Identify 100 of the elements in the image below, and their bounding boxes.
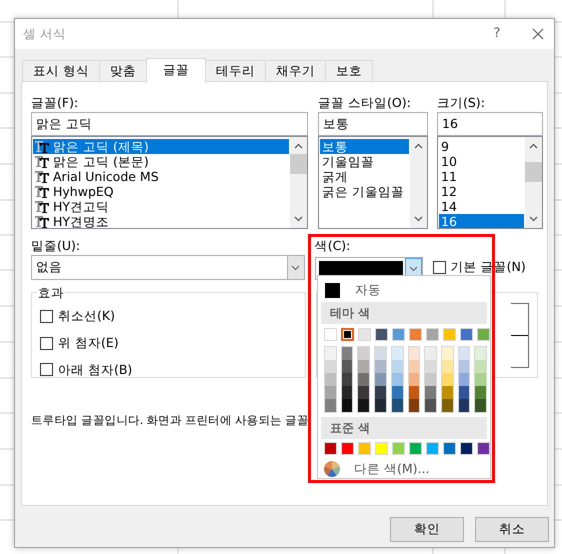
color-swatch[interactable] <box>325 373 336 386</box>
color-swatch[interactable] <box>408 373 420 386</box>
scrollbar[interactable] <box>525 137 542 228</box>
color-swatch[interactable] <box>458 373 470 386</box>
color-swatch[interactable] <box>408 360 420 373</box>
scroll-thumb[interactable] <box>525 162 542 182</box>
list-item[interactable]: 보통 <box>320 139 409 154</box>
underline-select[interactable]: 없음 <box>31 255 305 280</box>
color-swatch[interactable] <box>425 347 436 360</box>
color-swatch[interactable] <box>442 399 453 412</box>
scroll-down-icon[interactable] <box>414 216 423 222</box>
color-swatch[interactable] <box>342 360 352 373</box>
tab[interactable]: 글꼴 <box>146 58 206 82</box>
list-item[interactable]: 9 <box>439 139 524 154</box>
color-swatch[interactable] <box>358 386 370 399</box>
list-item[interactable]: HyhwpEQ <box>33 184 289 199</box>
color-swatch[interactable] <box>325 399 336 412</box>
dialog-button[interactable]: 확인 <box>390 517 464 542</box>
list-item[interactable]: 14 <box>439 199 524 214</box>
list-item[interactable]: HY견명조 <box>33 214 289 228</box>
color-swatch[interactable] <box>342 386 352 399</box>
color-swatch[interactable] <box>375 347 386 360</box>
color-swatch[interactable] <box>342 399 352 412</box>
color-swatch[interactable] <box>375 373 386 386</box>
scroll-thumb[interactable] <box>290 154 307 174</box>
color-swatch[interactable] <box>408 399 420 412</box>
list-item[interactable]: 11 <box>439 169 524 184</box>
color-swatch[interactable] <box>358 373 370 386</box>
automatic-color[interactable]: 자동 <box>321 279 487 301</box>
list-item[interactable]: 기울임꼴 <box>320 154 409 169</box>
color-swatch[interactable] <box>342 373 352 386</box>
color-swatch[interactable] <box>325 386 336 399</box>
font-field[interactable]: 맑은 고딕 <box>31 112 308 136</box>
scroll-down-icon[interactable] <box>294 216 303 222</box>
color-swatch[interactable] <box>375 399 386 412</box>
color-swatch[interactable] <box>458 386 470 399</box>
color-swatch[interactable] <box>358 347 370 360</box>
list-item[interactable]: 16 <box>439 214 524 228</box>
list-item[interactable]: 맑은 고딕 (제목) <box>33 139 289 154</box>
color-swatch[interactable] <box>375 360 386 373</box>
color-swatch[interactable] <box>475 386 486 399</box>
scrollbar[interactable] <box>290 137 307 228</box>
color-swatch[interactable] <box>442 373 453 386</box>
color-swatch[interactable] <box>475 373 486 386</box>
checkbox-label[interactable]: 취소선(K) <box>58 307 115 326</box>
color-swatch[interactable] <box>475 399 486 412</box>
color-swatch[interactable] <box>392 386 403 399</box>
color-swatch[interactable] <box>442 386 453 399</box>
color-swatch[interactable] <box>458 399 470 412</box>
color-swatch[interactable] <box>342 347 352 360</box>
tab[interactable]: 보호 <box>324 60 373 82</box>
scrollbar[interactable] <box>410 137 427 228</box>
checkbox[interactable] <box>40 363 53 376</box>
font-style-field[interactable]: 보통 <box>318 112 428 136</box>
color-swatch[interactable] <box>425 360 436 373</box>
color-swatch[interactable] <box>358 360 370 373</box>
dialog-button[interactable]: 취소 <box>475 517 549 542</box>
color-swatch[interactable] <box>408 347 420 360</box>
color-swatch[interactable] <box>341 328 354 341</box>
list-item[interactable]: HY견고딕 <box>33 199 289 214</box>
list-item[interactable]: 맑은 고딕 (본문) <box>33 154 289 169</box>
color-swatch[interactable] <box>392 399 403 412</box>
checkbox[interactable] <box>40 336 53 350</box>
color-swatch[interactable] <box>375 386 386 399</box>
list-item[interactable]: 12 <box>439 184 524 199</box>
color-swatch[interactable] <box>458 347 470 360</box>
list-item[interactable]: 10 <box>439 154 524 169</box>
scroll-down-icon[interactable] <box>529 216 538 222</box>
color-swatch[interactable] <box>392 347 403 360</box>
color-swatch[interactable] <box>425 373 436 386</box>
size-field[interactable]: 16 <box>437 112 543 136</box>
color-swatch[interactable] <box>458 360 470 373</box>
color-swatch[interactable] <box>425 399 436 412</box>
scroll-up-icon[interactable] <box>414 143 423 149</box>
color-swatch[interactable] <box>325 360 336 373</box>
color-swatch[interactable] <box>475 347 486 360</box>
help-button[interactable]: ? <box>482 24 512 44</box>
color-swatch[interactable] <box>408 386 420 399</box>
checkbox[interactable] <box>40 310 53 323</box>
list-item[interactable]: 굵은 기울임꼴 <box>320 184 409 199</box>
checkbox[interactable] <box>432 261 446 274</box>
list-item[interactable]: Arial Unicode MS <box>33 169 289 184</box>
color-swatch[interactable] <box>475 360 486 373</box>
color-swatch[interactable] <box>425 386 436 399</box>
color-swatch[interactable] <box>392 373 403 386</box>
color-swatch[interactable] <box>442 347 453 360</box>
tab[interactable]: 표시 형식 <box>22 60 100 82</box>
color-swatch[interactable] <box>392 360 403 373</box>
scroll-up-icon[interactable] <box>529 143 538 149</box>
color-swatch[interactable] <box>442 360 453 373</box>
truetype-icon <box>35 186 49 198</box>
truetype-icon <box>35 156 49 168</box>
scroll-up-icon[interactable] <box>294 143 303 149</box>
more-colors-item[interactable]: 다른 색(M)... <box>321 460 487 478</box>
checkbox-label[interactable]: 아래 첨자(B) <box>58 360 132 380</box>
color-swatch[interactable] <box>325 347 336 360</box>
color-swatch[interactable] <box>358 399 370 412</box>
close-icon[interactable] <box>532 28 544 40</box>
checkbox-label[interactable]: 위 첨자(E) <box>58 334 119 352</box>
list-item[interactable]: 굵게 <box>320 169 409 184</box>
